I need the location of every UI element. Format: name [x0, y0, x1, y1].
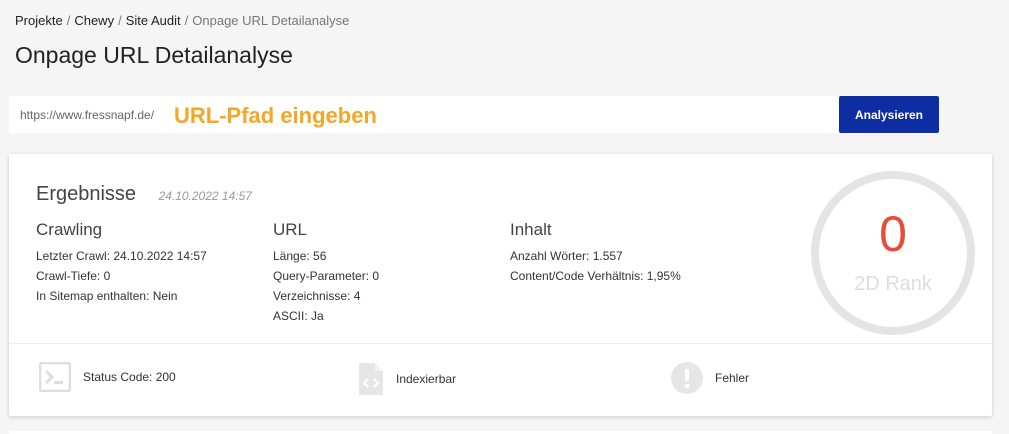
- url-length: Länge: 56: [273, 249, 327, 263]
- results-date: 24.10.2022 14:57: [158, 189, 252, 203]
- exclamation-circle-icon: [671, 362, 703, 394]
- errors-label: Fehler: [715, 371, 750, 385]
- section-title-crawling: Crawling: [36, 220, 103, 239]
- breadcrumb-separator: /: [66, 13, 71, 28]
- rank-label: 2D Rank: [854, 273, 932, 295]
- results-title: Ergebnisse: [36, 183, 137, 205]
- crawl-in-sitemap: In Sitemap enthalten: Nein: [36, 289, 178, 303]
- breadcrumb-link-chewy[interactable]: Chewy: [74, 13, 114, 28]
- section-title-url: URL: [273, 220, 308, 239]
- indexable-label: Indexierbar: [396, 372, 457, 386]
- errors-item: Fehler: [671, 362, 749, 394]
- url-section: URL Länge: 56 Query-Parameter: 0 Verzeic…: [273, 220, 379, 326]
- rank-gauge: 0 2D Rank: [811, 171, 975, 335]
- section-title-inhalt: Inhalt: [510, 220, 552, 239]
- content-code-ratio: Content/Code Verhältnis: 1,95%: [510, 269, 681, 283]
- url-directories: Verzeichnisse: 4: [273, 289, 361, 303]
- url-path-input[interactable]: [160, 96, 839, 133]
- crawling-section: Crawling Letzter Crawl: 24.10.2022 14:57…: [36, 220, 207, 306]
- breadcrumb: Projekte / Chewy / Site Audit / Onpage URL Det…: [15, 13, 349, 28]
- breadcrumb-separator: /: [118, 13, 122, 28]
- divider: [9, 343, 992, 344]
- breadcrumb-separator: /: [184, 13, 189, 28]
- terminal-icon: [39, 362, 71, 392]
- content-word-count: Anzahl Wörter: 1.557: [510, 249, 623, 263]
- analyze-button[interactable]: Analysieren: [839, 96, 939, 133]
- crawl-depth: Crawl-Tiefe: 0: [36, 269, 111, 283]
- breadcrumb-link-projekte[interactable]: Projekte: [15, 13, 63, 28]
- page-title: Onpage URL Detailanalyse: [15, 42, 293, 68]
- results-header: Ergebnisse 24.10.2022 14:57: [36, 183, 252, 206]
- breadcrumb-link-site-audit[interactable]: Site Audit: [126, 13, 181, 28]
- url-query-params: Query-Parameter: 0: [273, 269, 380, 283]
- breadcrumb-current: Onpage URL Detailanalyse: [192, 13, 350, 28]
- content-section: Inhalt Anzahl Wörter: 1.557 Content/Code…: [510, 220, 681, 286]
- rank-value: 0: [879, 206, 907, 262]
- url-ascii: ASCII: Ja: [273, 309, 324, 323]
- status-code-item: Status Code: 200: [39, 362, 176, 392]
- crawl-last-crawl: Letzter Crawl: 24.10.2022 14:57: [36, 249, 207, 263]
- code-file-icon: [358, 362, 384, 396]
- indexable-item: Indexierbar: [358, 362, 456, 396]
- status-code-label: Status Code: 200: [83, 370, 176, 384]
- url-prefix: https://www.fressnapf.de/: [20, 107, 155, 122]
- results-card: Ergebnisse 24.10.2022 14:57 Crawling Let…: [9, 154, 992, 416]
- url-analysis-form: https://www.fressnapf.de/ Analysieren: [9, 96, 939, 133]
